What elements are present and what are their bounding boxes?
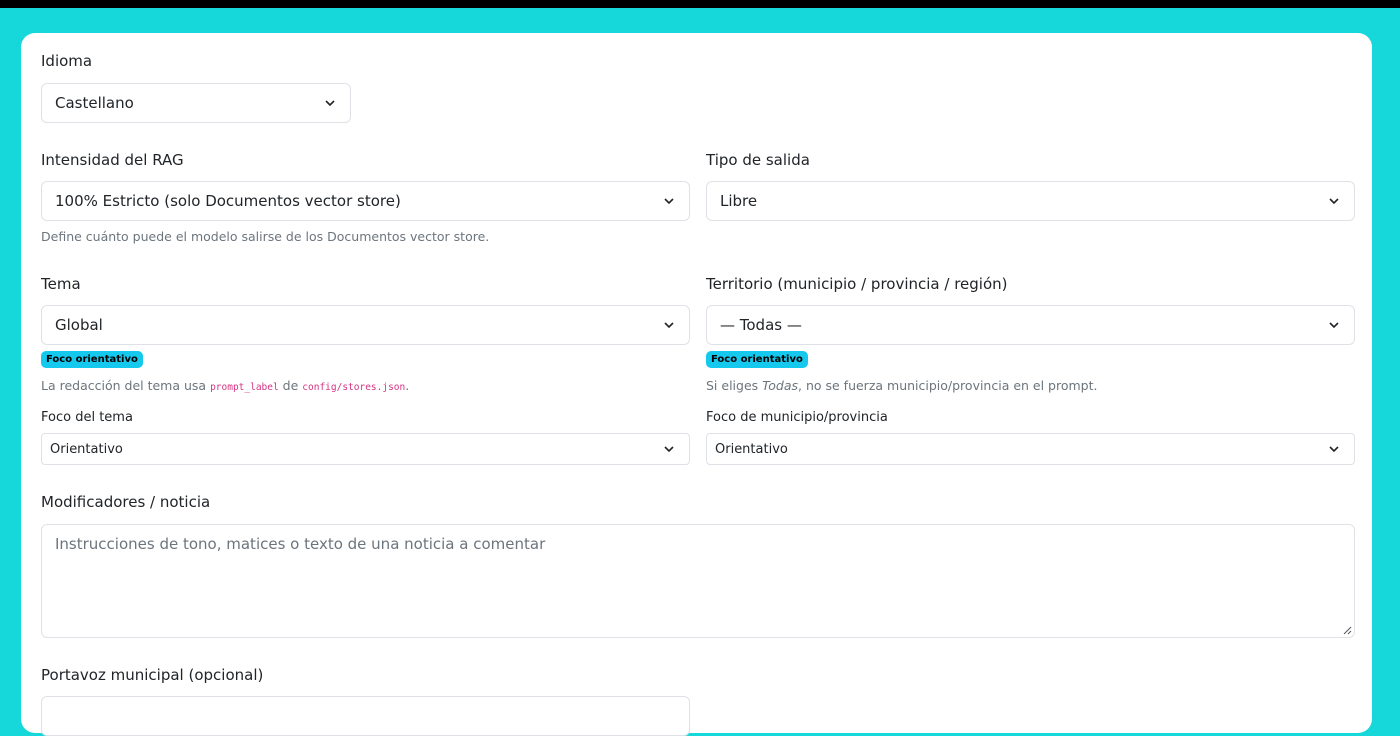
chevron-down-icon — [1329, 446, 1339, 453]
chevron-down-icon — [1329, 198, 1339, 205]
territorio-value: — Todas — — [720, 316, 802, 334]
territorio-help-text: Si eliges Todas, no se fuerza municipio/… — [706, 378, 1098, 393]
salida-label: Tipo de salida — [706, 151, 810, 169]
portavoz-label: Portavoz municipal (opcional) — [41, 666, 264, 684]
tema-value: Global — [55, 316, 103, 334]
foco-tema-label: Foco del tema — [41, 410, 133, 425]
tema-label: Tema — [41, 275, 81, 293]
salida-select[interactable]: Libre — [706, 181, 1355, 221]
idioma-value: Castellano — [55, 94, 134, 112]
top-bar — [0, 0, 1400, 8]
tema-help-text: La redacción del tema usa prompt_label d… — [41, 378, 410, 393]
todas-emphasis: Todas — [762, 378, 798, 393]
rag-label: Intensidad del RAG — [41, 151, 184, 169]
resize-grip-icon[interactable] — [1343, 626, 1352, 635]
chevron-down-icon — [664, 322, 674, 329]
foco-tema-value: Orientativo — [50, 441, 123, 457]
foco-municipio-select[interactable]: Orientativo — [706, 433, 1355, 465]
form-card: Idioma Castellano Intensidad del RAG 100… — [21, 33, 1372, 736]
modificadores-label: Modificadores / noticia — [41, 493, 211, 511]
chevron-down-icon — [325, 100, 335, 107]
rag-value: 100% Estricto (solo Documentos vector st… — [55, 192, 401, 210]
modificadores-placeholder: Instrucciones de tono, matices o texto d… — [55, 535, 546, 553]
territorio-select[interactable]: — Todas — — [706, 305, 1355, 345]
territorio-label: Territorio (municipio / provincia / regi… — [706, 275, 1008, 293]
rag-help-text: Define cuánto puede el modelo salirse de… — [41, 229, 490, 244]
modificadores-textarea[interactable]: Instrucciones de tono, matices o texto d… — [41, 524, 1355, 638]
chevron-down-icon — [664, 198, 674, 205]
territorio-focus-badge: Foco orientativo — [706, 351, 808, 368]
idioma-label: Idioma — [41, 52, 93, 70]
tema-focus-badge: Foco orientativo — [41, 351, 143, 368]
foco-municipio-label: Foco de municipio/provincia — [706, 410, 888, 425]
foco-tema-select[interactable]: Orientativo — [41, 433, 690, 465]
idioma-select[interactable]: Castellano — [41, 83, 351, 123]
chevron-down-icon — [1329, 322, 1339, 329]
foco-municipio-value: Orientativo — [715, 441, 788, 457]
chevron-down-icon — [664, 446, 674, 453]
prompt-label-code: prompt_label — [210, 382, 279, 393]
portavoz-input[interactable] — [41, 696, 690, 736]
salida-value: Libre — [720, 192, 758, 210]
stores-json-code: config/stores.json — [302, 382, 406, 393]
tema-select[interactable]: Global — [41, 305, 690, 345]
rag-select[interactable]: 100% Estricto (solo Documentos vector st… — [41, 181, 690, 221]
